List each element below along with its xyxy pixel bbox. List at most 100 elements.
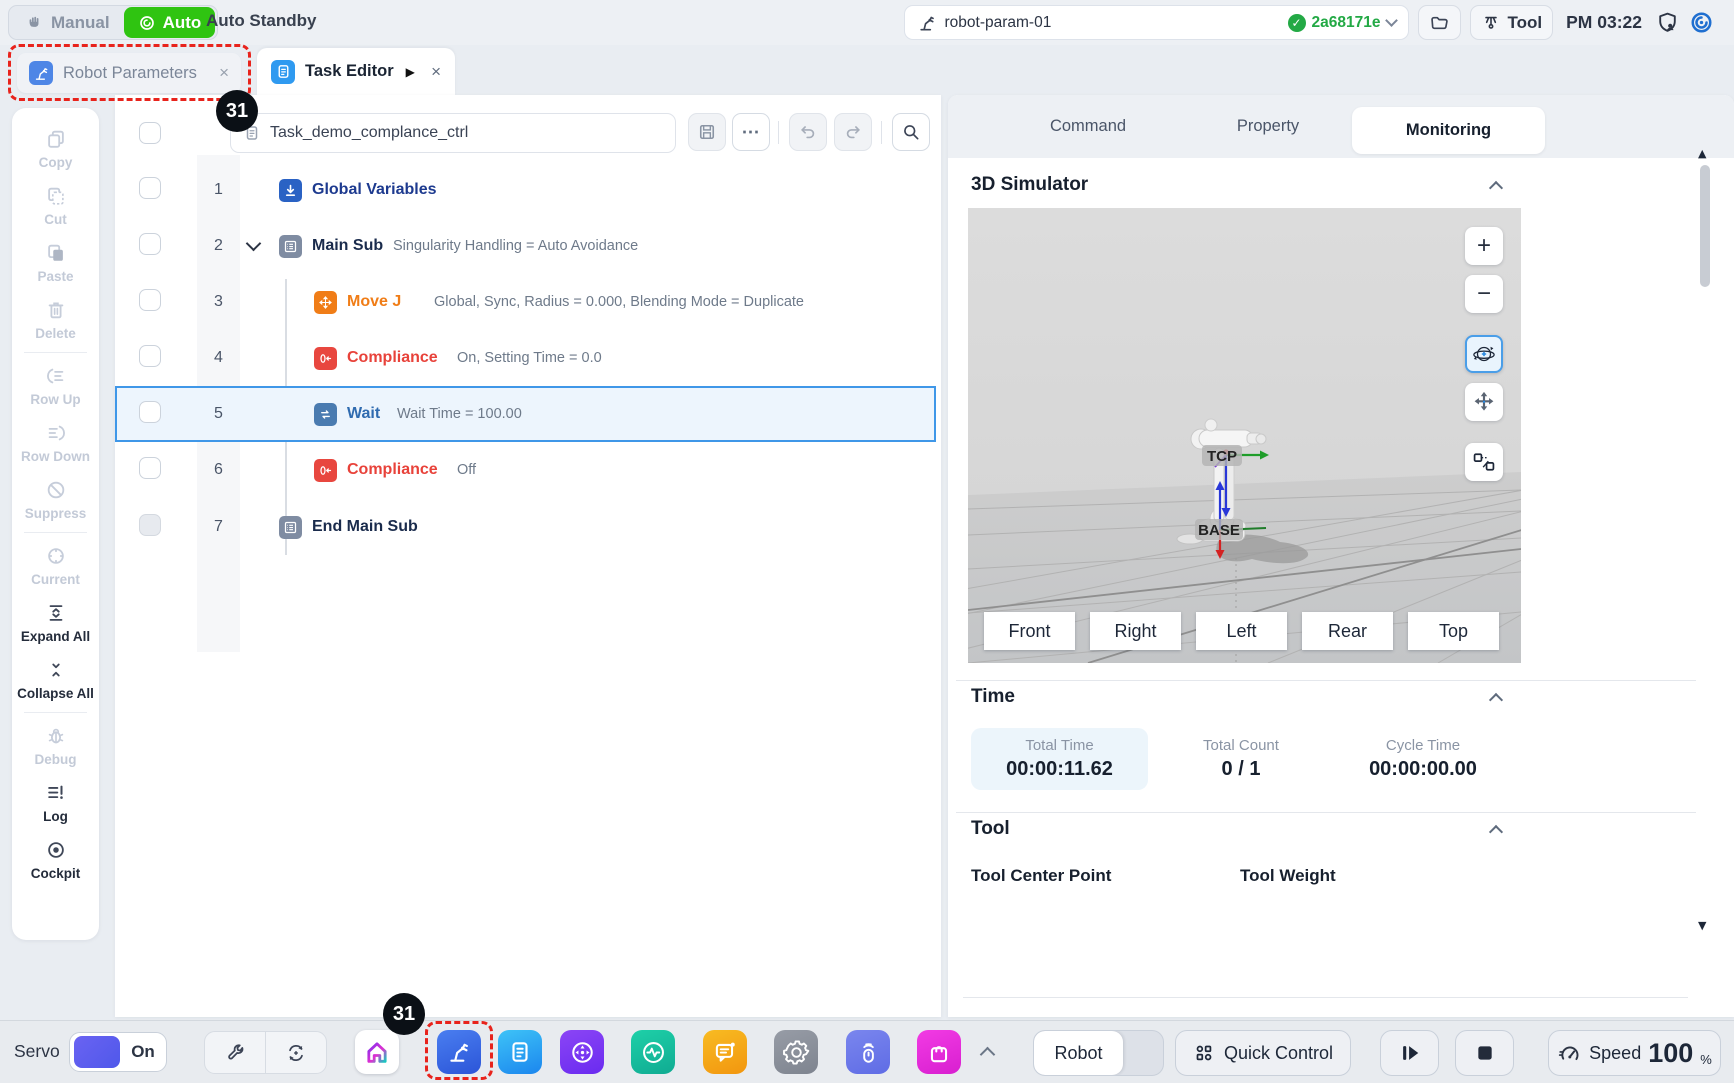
step-play-button[interactable]: [1380, 1030, 1439, 1076]
tab-property[interactable]: Property: [1188, 95, 1348, 158]
task-row-global-variables[interactable]: 1 Global Variables: [115, 162, 936, 218]
network-sync-icon[interactable]: [1689, 10, 1714, 35]
row-params: Off: [457, 462, 476, 478]
cut-button[interactable]: Cut: [12, 177, 99, 234]
row-number: 7: [197, 518, 240, 536]
simulator-viewport[interactable]: TCP BASE + − Front Right Left Rear Top: [968, 208, 1521, 663]
dock-collapse-chevron[interactable]: [980, 1047, 996, 1063]
toggle-knob: [74, 1036, 120, 1068]
close-icon[interactable]: ×: [431, 62, 441, 82]
hand-icon: [25, 13, 44, 32]
copy-icon: [45, 126, 67, 152]
expand-all-button[interactable]: Expand All: [12, 594, 99, 651]
quick-control-label: Quick Control: [1224, 1043, 1333, 1064]
cockpit-icon: [45, 837, 67, 863]
robot-sim-toggle[interactable]: Robot: [1033, 1030, 1164, 1076]
row-checkbox[interactable]: [139, 401, 161, 423]
row-checkbox[interactable]: [139, 233, 161, 255]
paste-button[interactable]: Paste: [12, 234, 99, 291]
task-row-compliance-on[interactable]: 4 Compliance On, Setting Time = 0.0: [115, 330, 936, 386]
collapse-section-icon[interactable]: [1489, 693, 1503, 707]
stat-value: 00:00:11.62: [1006, 758, 1113, 781]
view-right-button[interactable]: Right: [1090, 612, 1181, 650]
auto-mode-button[interactable]: Auto: [124, 7, 216, 38]
row-number: 2: [197, 237, 240, 255]
view-rear-button[interactable]: Rear: [1302, 612, 1393, 650]
search-button[interactable]: [892, 113, 930, 151]
debug-button[interactable]: Debug: [12, 717, 99, 774]
message-log-app-icon[interactable]: [703, 1030, 747, 1074]
task-editor-app-icon[interactable]: [498, 1030, 542, 1074]
cockpit-button[interactable]: Cockpit: [12, 831, 99, 888]
row-params: Global, Sync, Radius = 0.000, Blending M…: [434, 294, 804, 310]
task-row-end-main-sub[interactable]: 7 End Main Sub: [115, 499, 936, 555]
tab-task-editor[interactable]: Task Editor ▶ ×: [257, 48, 455, 95]
view-top-button[interactable]: Top: [1408, 612, 1499, 650]
zoom-out-button[interactable]: −: [1465, 275, 1503, 313]
manual-mode-button[interactable]: Manual: [11, 8, 124, 37]
version-selector[interactable]: ✓ 2a68171e: [1288, 14, 1396, 32]
settings-app-icon[interactable]: [774, 1030, 818, 1074]
scrollbar-thumb[interactable]: [1700, 165, 1710, 287]
row-number: 3: [197, 293, 240, 311]
collapse-section-icon[interactable]: [1489, 181, 1503, 195]
delete-button[interactable]: Delete: [12, 291, 99, 348]
open-file-button[interactable]: [1418, 5, 1461, 40]
servo-toggle[interactable]: On: [69, 1032, 167, 1072]
collapse-chevron-icon[interactable]: [246, 235, 262, 251]
row-up-button[interactable]: Row Up: [12, 357, 99, 414]
view-left-button[interactable]: Left: [1196, 612, 1287, 650]
row-down-button[interactable]: Row Down: [12, 414, 99, 471]
log-button[interactable]: Log: [12, 774, 99, 831]
store-app-icon[interactable]: [917, 1030, 961, 1074]
row-checkbox[interactable]: [139, 289, 161, 311]
pan-move-button[interactable]: [1465, 383, 1503, 421]
tab-command[interactable]: Command: [1008, 95, 1168, 158]
task-name: Task_demo_complance_ctrl: [270, 124, 468, 142]
stop-button[interactable]: [1455, 1030, 1514, 1076]
suppress-button[interactable]: Suppress: [12, 471, 99, 528]
auto-icon: [138, 14, 156, 32]
current-button[interactable]: Current: [12, 537, 99, 594]
move-j-icon: [314, 291, 337, 314]
select-all-checkbox[interactable]: [139, 122, 161, 144]
speed-control[interactable]: Speed 100 %: [1548, 1030, 1721, 1076]
row-name: Global Variables: [312, 181, 437, 199]
task-row-main-sub[interactable]: 2 Main Sub Singularity Handling = Auto A…: [115, 218, 936, 274]
divider: [778, 121, 779, 144]
collapse-all-button[interactable]: Collapse All: [12, 651, 99, 708]
wrench-button[interactable]: [205, 1032, 266, 1073]
jog-app-icon[interactable]: [560, 1030, 604, 1074]
scroll-up-arrow[interactable]: ▲: [1698, 147, 1706, 160]
task-row-move-j[interactable]: 3 Move J Global, Sync, Radius = 0.000, B…: [115, 274, 936, 330]
more-options-button[interactable]: ⋯: [732, 113, 770, 151]
save-button[interactable]: [688, 113, 726, 151]
row-checkbox[interactable]: [139, 457, 161, 479]
folder-icon: [1429, 12, 1450, 33]
measure-distance-button[interactable]: [1465, 443, 1503, 481]
remote-control-app-icon[interactable]: [846, 1030, 890, 1074]
align-axis-button[interactable]: [266, 1032, 326, 1073]
row-checkbox[interactable]: [139, 177, 161, 199]
tab-monitoring[interactable]: Monitoring: [1352, 107, 1545, 154]
safety-shield-icon[interactable]: [1655, 10, 1680, 35]
zoom-in-button[interactable]: +: [1465, 227, 1503, 265]
task-row-wait-selected[interactable]: 5 Wait Wait Time = 100.00: [115, 386, 936, 442]
task-name-field[interactable]: Task_demo_complance_ctrl: [230, 113, 676, 153]
view-front-button[interactable]: Front: [984, 612, 1075, 650]
tool-button[interactable]: Tool: [1470, 5, 1554, 40]
collapse-section-icon[interactable]: [1489, 825, 1503, 839]
quick-control-button[interactable]: Quick Control: [1175, 1030, 1351, 1076]
monitoring-app-icon[interactable]: [631, 1030, 675, 1074]
orbit-rotate-button[interactable]: [1465, 335, 1503, 373]
task-row-compliance-off[interactable]: 6 Compliance Off: [115, 442, 936, 498]
robot-parameter-selector[interactable]: robot-param-01 ✓ 2a68171e: [904, 5, 1409, 40]
scroll-down-arrow[interactable]: ▼: [1698, 919, 1706, 932]
redo-button[interactable]: [834, 113, 872, 151]
annotation-badge-bottom: 31: [383, 993, 425, 1035]
row-name: Move J: [347, 293, 401, 311]
row-checkbox[interactable]: [139, 345, 161, 367]
copy-button[interactable]: Copy: [12, 120, 99, 177]
home-app-icon[interactable]: [355, 1030, 399, 1074]
undo-button[interactable]: [789, 113, 827, 151]
